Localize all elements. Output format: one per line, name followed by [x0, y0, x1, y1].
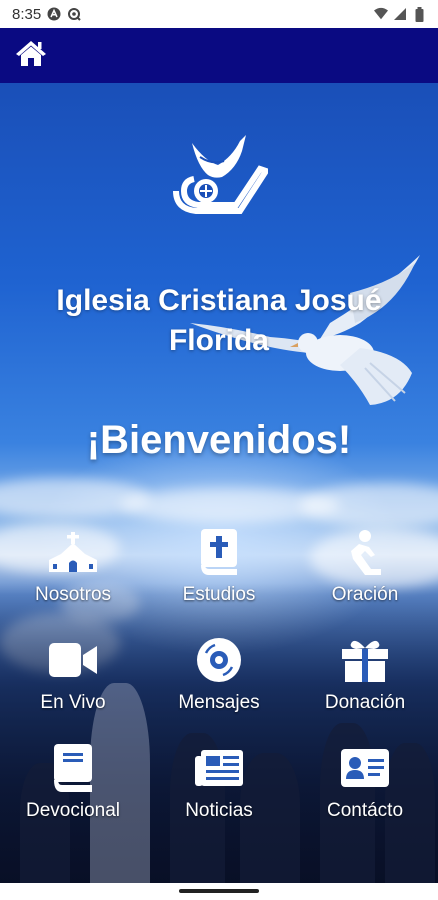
- menu-item-contacto[interactable]: Contácto: [292, 739, 438, 847]
- menu-label-oracion: Oración: [331, 584, 399, 605]
- church-title-line2: Florida: [168, 324, 269, 357]
- signal-icon: [393, 7, 407, 21]
- praying-icon: [340, 527, 390, 577]
- spiral-icon: [67, 7, 81, 21]
- menu-label-contacto: Contácto: [326, 800, 404, 821]
- battery-icon: [412, 6, 426, 22]
- church-title-line1: Iglesia Cristiana Josué: [56, 284, 382, 317]
- home-icon: [15, 39, 47, 72]
- hero-background: Iglesia Cristiana Josué Florida ¡Bienven…: [0, 83, 438, 883]
- system-nav-bar: [0, 883, 438, 900]
- app-bar: [0, 28, 438, 83]
- church-icon: [48, 527, 98, 577]
- home-button[interactable]: [14, 39, 48, 73]
- menu-label-en-vivo: En Vivo: [40, 692, 106, 713]
- status-time: 8:35: [12, 5, 42, 23]
- menu-item-en-vivo[interactable]: En Vivo: [0, 631, 146, 739]
- menu-item-devocional[interactable]: Devocional: [0, 739, 146, 847]
- menu-item-nosotros[interactable]: Nosotros: [0, 523, 146, 631]
- a-circle-icon: [47, 7, 61, 21]
- gift-icon: [340, 635, 390, 685]
- church-title: Iglesia Cristiana Josué Florida: [0, 281, 438, 361]
- bible-icon: [194, 527, 244, 577]
- menu-label-devocional: Devocional: [26, 800, 120, 821]
- menu-item-noticias[interactable]: Noticias: [146, 739, 292, 847]
- gesture-handle[interactable]: [179, 889, 259, 893]
- menu-item-donacion[interactable]: Donación: [292, 631, 438, 739]
- menu-label-donacion: Donación: [324, 692, 406, 713]
- church-dove-logo: [170, 131, 271, 221]
- menu-label-estudios: Estudios: [182, 584, 256, 605]
- menu-item-mensajes[interactable]: Mensajes: [146, 631, 292, 739]
- menu-label-nosotros: Nosotros: [34, 584, 112, 605]
- contact-card-icon: [340, 743, 390, 793]
- book-icon: [48, 743, 98, 793]
- menu-label-noticias: Noticias: [185, 800, 253, 821]
- menu-grid: Nosotros Estudios Oración En Vivo Mensaj…: [0, 523, 438, 847]
- newspaper-icon: [194, 743, 244, 793]
- welcome-heading: ¡Bienvenidos!: [86, 418, 352, 462]
- disc-icon: [194, 635, 244, 685]
- video-camera-icon: [48, 635, 98, 685]
- menu-item-oracion[interactable]: Oración: [292, 523, 438, 631]
- wifi-icon: [374, 7, 388, 21]
- status-bar: 8:35: [0, 0, 438, 28]
- menu-item-estudios[interactable]: Estudios: [146, 523, 292, 631]
- menu-label-mensajes: Mensajes: [178, 692, 260, 713]
